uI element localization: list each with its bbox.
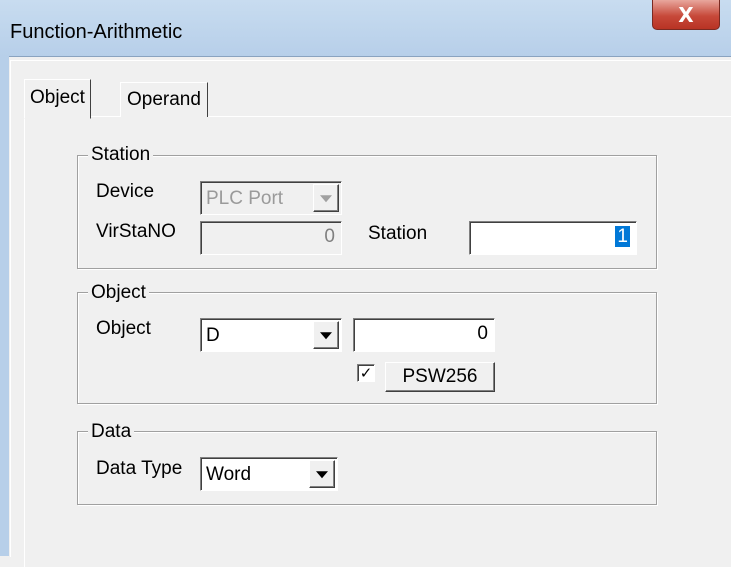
object-type-value: D — [206, 325, 220, 346]
window-frame — [0, 56, 9, 556]
close-icon: X — [678, 2, 694, 27]
object-type-dropdown-button[interactable] — [313, 321, 339, 349]
device-label: Device — [96, 181, 155, 202]
chevron-down-icon — [320, 332, 332, 340]
tab-operand[interactable]: Operand — [120, 82, 208, 117]
device-select: PLC Port — [200, 181, 342, 215]
data-type-dropdown-button[interactable] — [309, 460, 335, 488]
station-input[interactable]: 1 — [469, 221, 637, 255]
station-group-label: Station — [88, 144, 154, 166]
data-type-value: Word — [206, 464, 252, 485]
station-input-value: 1 — [615, 226, 630, 247]
psw256-button[interactable]: PSW256 — [385, 362, 495, 392]
object-label: Object — [96, 318, 151, 339]
object-group-label: Object — [88, 282, 149, 304]
window-title: Function-Arithmetic — [10, 21, 183, 43]
device-select-value: PLC Port — [206, 188, 284, 209]
chevron-down-icon — [320, 195, 332, 203]
close-button[interactable]: X — [652, 0, 720, 30]
object-address-input[interactable]: 0 — [353, 318, 495, 352]
tab-object[interactable]: Object — [24, 79, 91, 119]
checkmark-icon: ✓ — [359, 364, 373, 382]
virstano-label: VirStaNO — [96, 221, 176, 242]
chevron-down-icon — [316, 471, 328, 479]
data-group-label: Data — [88, 421, 135, 443]
data-type-select[interactable]: Word — [200, 457, 338, 491]
virstano-input: 0 — [200, 221, 342, 255]
device-dropdown-button — [313, 184, 339, 212]
object-type-select[interactable]: D — [200, 318, 342, 352]
psw-checkbox[interactable]: ✓ — [357, 364, 375, 382]
station-label: Station — [368, 223, 428, 244]
data-type-label: Data Type — [96, 458, 183, 479]
